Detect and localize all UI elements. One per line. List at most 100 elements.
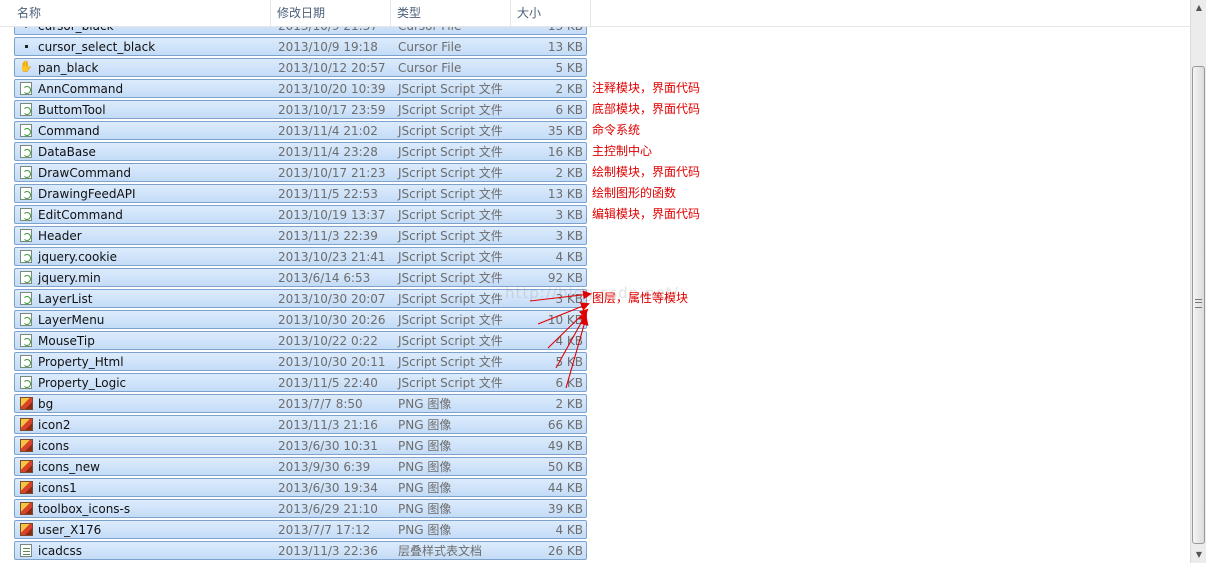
file-row[interactable]: user_X176 2013/7/7 17:12 PNG 图像 4 KB [14,520,587,539]
file-date: 2013/11/5 22:40 [278,376,378,390]
jscript-file-icon [20,376,32,389]
file-row[interactable]: icons 2013/6/30 10:31 PNG 图像 49 KB [14,436,587,455]
file-size: 6 KB [555,103,583,117]
annotation-note: 主控制中心 [592,144,653,158]
file-name: toolbox_icons-s [38,502,131,516]
file-row[interactable]: DrawingFeedAPI 2013/11/5 22:53 JScript Scr… [14,184,587,203]
file-row[interactable]: toolbox_icons-s 2013/6/29 21:10 PNG 图像 39 K… [14,499,587,518]
file-row[interactable]: MouseTip 2013/10/22 0:22 JScript Script 文件… [14,331,587,350]
file-date: 2013/10/17 23:59 [278,103,386,117]
file-name: cursor_select_black [38,40,156,54]
file-type: JScript Script 文件 [398,355,503,369]
file-size: 35 KB [547,124,583,138]
file-size: 13 KB [547,187,583,201]
file-type: PNG 图像 [398,439,452,453]
annotation-note: 命令系统 [592,123,641,137]
jscript-file-icon [20,271,32,284]
column-header-name[interactable]: 名称 [11,0,271,26]
file-row[interactable]: LayerList 2013/10/30 20:07 JScript Script … [14,289,587,308]
jscript-file-icon [20,229,32,242]
file-name: Property_Logic [38,376,127,390]
file-type: Cursor File [398,40,462,54]
file-row[interactable]: icon2 2013/11/3 21:16 PNG 图像 66 KB [14,415,587,434]
file-row[interactable]: icadcss 2013/11/3 22:36 层叠样式表文档 26 KB [14,541,587,560]
file-row[interactable]: Header 2013/11/3 22:39 JScript Script 文件 3 … [14,226,587,245]
file-name: DrawingFeedAPI [38,187,136,201]
file-name: icon2 [38,418,71,432]
file-type: PNG 图像 [398,502,452,516]
file-date: 2013/10/30 20:11 [278,355,386,369]
file-name: Command [38,124,100,138]
file-date: 2013/10/30 20:26 [278,313,386,327]
file-name: LayerList [38,292,93,306]
file-row[interactable]: icons_new 2013/9/30 6:39 PNG 图像 50 KB [14,457,587,476]
file-date: 2013/11/4 21:02 [278,124,378,138]
file-row[interactable]: EditCommand 2013/10/19 13:37 JScript Scrip… [14,205,587,224]
annotation-note: 绘制图形的函数 [592,186,677,200]
file-size: 10 KB [547,313,583,327]
file-size: 66 KB [547,418,583,432]
file-date: 2013/11/3 22:39 [278,229,378,243]
file-row[interactable]: Command 2013/11/4 21:02 JScript Script 文件 3… [14,121,587,140]
file-name: DataBase [38,145,96,159]
file-type: JScript Script 文件 [398,271,503,285]
file-date: 2013/6/14 6:53 [278,271,371,285]
file-size: 4 KB [555,334,583,348]
annotation-note: 图层，属性等模块 [592,291,689,305]
annotation-note: 编辑模块，界面代码 [592,207,701,221]
scroll-down-icon[interactable]: ▼ [1192,547,1206,563]
file-size: 2 KB [555,82,583,96]
file-row[interactable]: AnnCommand 2013/10/20 10:39 JScript Script… [14,79,587,98]
png-image-icon [20,481,33,494]
file-size: 5 KB [555,355,583,369]
file-name: ButtomTool [38,103,106,117]
file-size: 3 KB [555,229,583,243]
file-type: JScript Script 文件 [398,166,503,180]
file-size: 49 KB [547,439,583,453]
file-type: Cursor File [398,61,462,75]
file-row[interactable]: jquery.cookie 2013/10/23 21:41 JScript Scr… [14,247,587,266]
file-type: PNG 图像 [398,418,452,432]
file-size: 13 KB [547,40,583,54]
file-row[interactable]: Property_Html 2013/10/30 20:11 JScript Scr… [14,352,587,371]
file-name: icons [38,439,70,453]
jscript-file-icon [20,313,32,326]
jscript-file-icon [20,166,32,179]
file-name: icadcss [38,544,83,558]
file-name: icons1 [38,481,77,495]
file-date: 2013/10/17 21:23 [278,166,386,180]
file-date: 2013/9/30 6:39 [278,460,371,474]
file-row[interactable]: jquery.min 2013/6/14 6:53 JScript Script 文… [14,268,587,287]
file-row[interactable]: DrawCommand 2013/10/17 21:23 JScript Scrip… [14,163,587,182]
jscript-file-icon [20,208,32,221]
file-row[interactable]: bg 2013/7/7 8:50 PNG 图像 2 KB [14,394,587,413]
column-header: 名称 修改日期 类型 大小 ˆ [0,0,1190,27]
jscript-file-icon [20,145,32,158]
scroll-up-icon[interactable]: ▲ [1192,0,1206,16]
file-type: PNG 图像 [398,397,452,411]
file-type: JScript Script 文件 [398,187,503,201]
file-date: 2013/10/20 10:39 [278,82,386,96]
column-header-date[interactable]: 修改日期 [271,0,391,26]
file-size: 6 KB [555,376,583,390]
file-row[interactable]: Property_Logic 2013/11/5 22:40 JScript Scr… [14,373,587,392]
file-date: 2013/10/12 20:57 [278,61,386,75]
file-date: 2013/11/3 22:36 [278,544,378,558]
jscript-file-icon [20,292,32,305]
file-row[interactable]: icons1 2013/6/30 19:34 PNG 图像 44 KB [14,478,587,497]
file-row[interactable]: ButtomTool 2013/10/17 23:59 JScript Script… [14,100,587,119]
file-date: 2013/10/22 0:22 [278,334,378,348]
vertical-scrollbar[interactable]: ▲ ▼ [1190,0,1206,563]
file-row[interactable]: DataBase 2013/11/4 23:28 JScript Script 文件… [14,142,587,161]
scrollbar-thumb[interactable] [1192,66,1205,544]
file-row[interactable]: ✋ pan_black 2013/10/12 20:57 Cursor File 5 K… [14,58,587,77]
file-row[interactable]: cursor_select_black 2013/10/9 19:18 Cursor… [14,37,587,56]
file-date: 2013/7/7 17:12 [278,523,371,537]
file-type: JScript Script 文件 [398,82,503,96]
png-image-icon [20,523,33,536]
column-header-size[interactable]: 大小 [511,0,591,26]
file-row[interactable]: LayerMenu 2013/10/30 20:26 JScript Script … [14,310,587,329]
file-name: Header [38,229,82,243]
file-type: JScript Script 文件 [398,103,503,117]
png-image-icon [20,460,33,473]
